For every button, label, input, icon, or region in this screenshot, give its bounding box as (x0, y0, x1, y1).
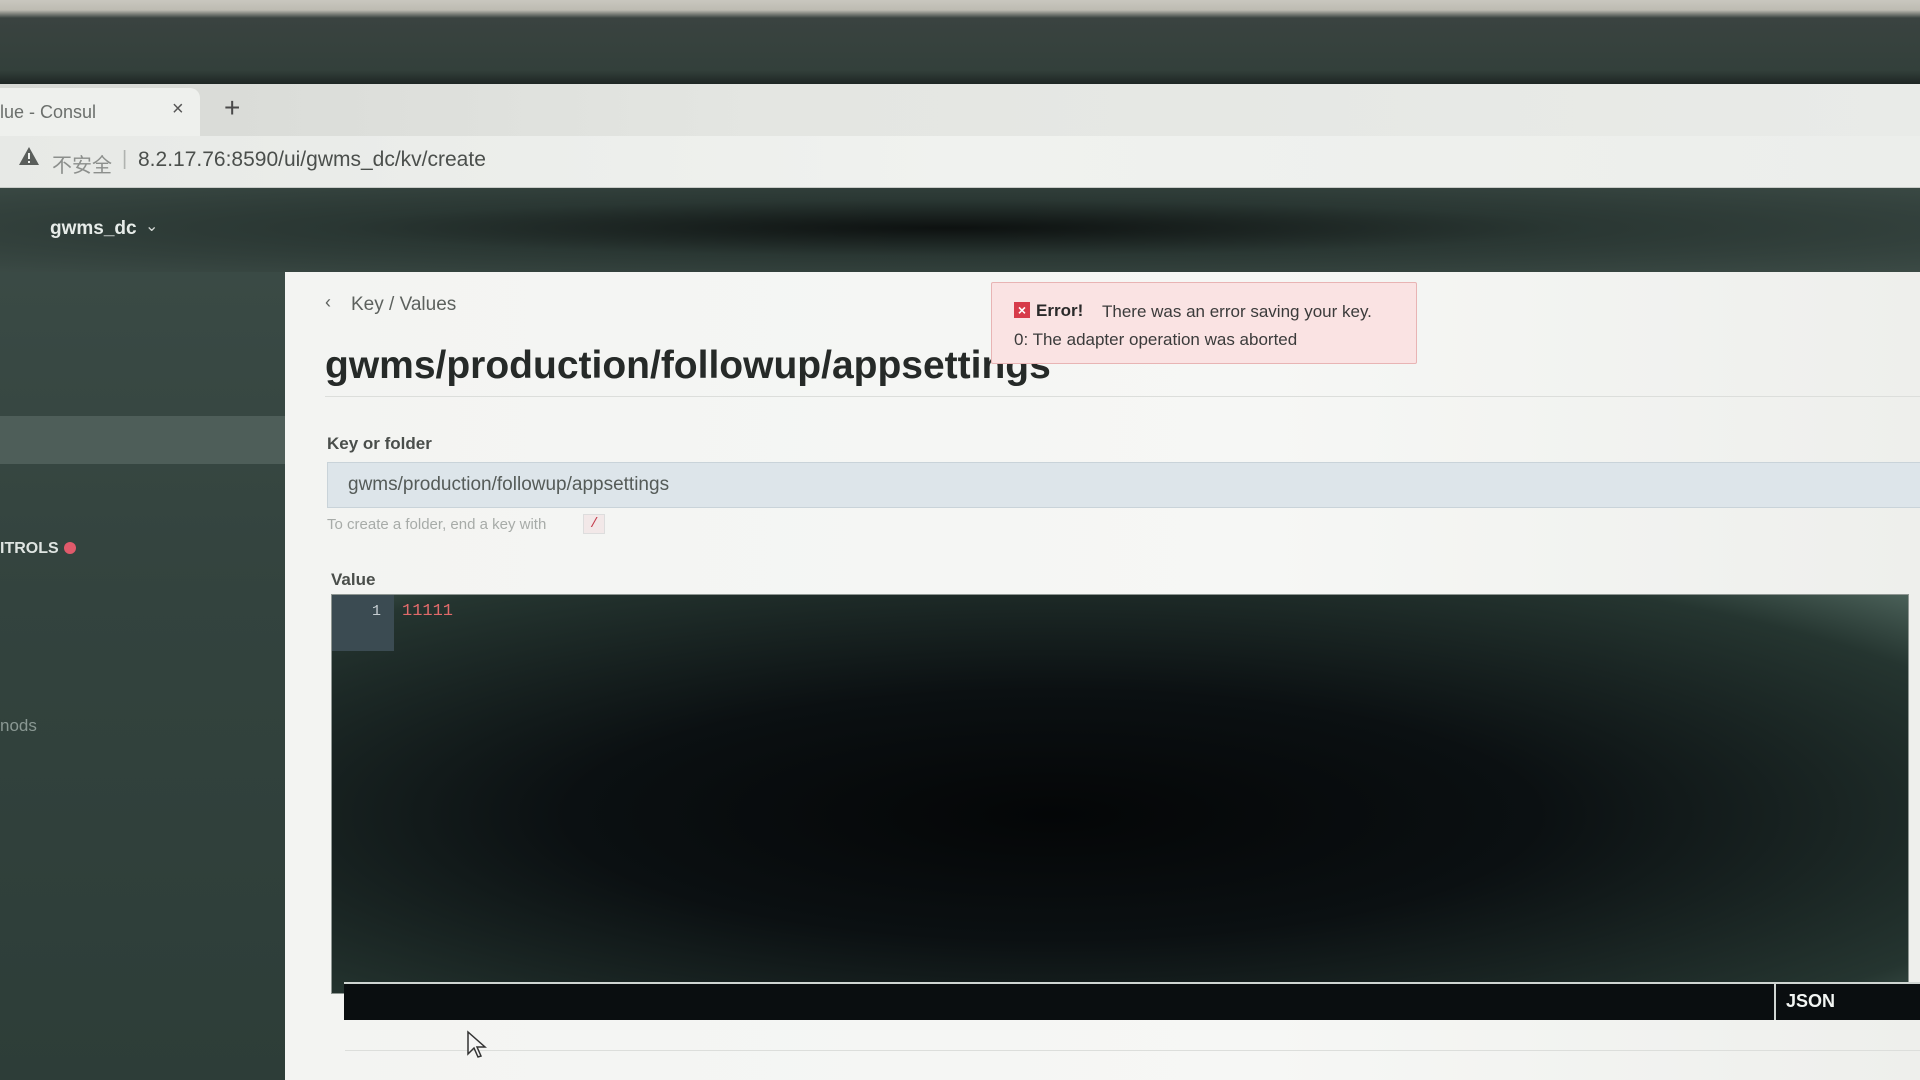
error-notification: × Error! There was an error saving your … (991, 282, 1417, 364)
sidebar-item-active[interactable] (0, 416, 290, 464)
sidebar-item-controls[interactable]: ITROLS (0, 540, 59, 558)
page-title: gwms/production/followup/appsettings (325, 344, 1051, 387)
key-field-label: Key or folder (327, 434, 432, 453)
datacenter-selector[interactable]: gwms_dc (50, 218, 137, 240)
error-heading: Error! (1036, 301, 1084, 320)
editor-gutter: 1 (332, 595, 394, 651)
tab-title: lue - Consul (0, 102, 97, 122)
sidebar-item-methods[interactable]: nods (0, 716, 37, 736)
editor-code-line[interactable]: 11111 (402, 602, 453, 621)
value-field-label: Value (331, 570, 376, 589)
folder-hint: To create a folder, end a key with (327, 516, 547, 533)
mode-selector[interactable]: JSON (1774, 984, 1920, 1020)
warning-icon[interactable] (18, 146, 40, 172)
line-number: 1 (372, 603, 382, 620)
browser-tabstrip: lue - Consul × + (0, 84, 1920, 136)
status-dot-icon (64, 542, 76, 554)
hint-slash-code: / (583, 514, 606, 534)
editor-footer: JSON (344, 982, 1920, 1020)
url-separator: | (122, 148, 128, 170)
divider (325, 396, 1920, 397)
sidebar: ITROLS nods (0, 272, 300, 1080)
url-text[interactable]: 8.2.17.76:8590/ui/gwms_dc/kv/create (138, 148, 486, 172)
breadcrumb[interactable]: Key / Values (351, 294, 456, 316)
not-secure-label: 不安全 (52, 155, 112, 177)
divider (345, 1050, 1920, 1051)
chevron-down-icon[interactable]: ⌄ (145, 216, 158, 236)
address-bar[interactable]: 不安全 | 8.2.17.76:8590/ui/gwms_dc/kv/creat… (0, 136, 1920, 188)
error-message: There was an error saving your key. (1102, 302, 1372, 321)
top-navigation: gwms_dc ⌄ (0, 188, 1920, 272)
mouse-cursor-icon (466, 1030, 488, 1060)
key-input[interactable] (327, 462, 1920, 508)
monitor-bezel (0, 0, 1920, 84)
chevron-left-icon[interactable]: ‹ (325, 292, 331, 313)
new-tab-icon[interactable]: + (224, 92, 240, 124)
browser-tab[interactable]: lue - Consul × (0, 88, 200, 136)
error-detail: 0: The adapter operation was aborted (1014, 330, 1298, 349)
main-content: ‹ Key / Values gwms/production/followup/… (285, 272, 1920, 1080)
error-icon: × (1014, 302, 1030, 318)
close-icon[interactable]: × (172, 98, 184, 121)
value-editor[interactable]: 1 11111 (331, 594, 1909, 994)
